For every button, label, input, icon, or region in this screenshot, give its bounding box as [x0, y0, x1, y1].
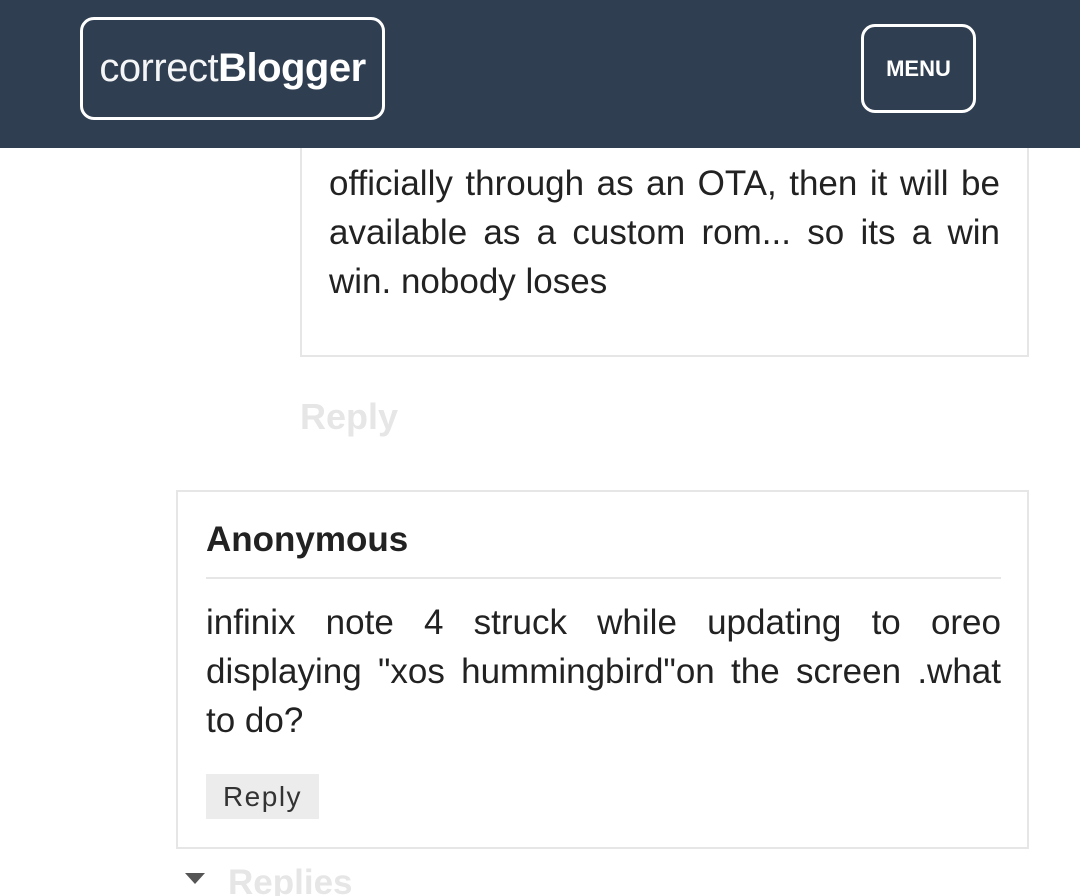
triangle-down-icon — [185, 873, 205, 884]
replies-toggle[interactable]: Replies — [185, 860, 353, 896]
reply-button[interactable]: Reply — [206, 774, 319, 819]
site-logo[interactable]: correct Blogger — [80, 17, 385, 120]
reply-link[interactable]: Reply — [300, 396, 398, 438]
comment-card: Anonymous infinix note 4 struck while up… — [176, 490, 1029, 849]
page: officially through as an OTA, then it wi… — [0, 0, 1080, 896]
logo-text-bold: Blogger — [218, 46, 366, 90]
comment-author: Anonymous — [206, 520, 409, 559]
site-header: correct Blogger MENU — [0, 0, 1080, 148]
author-divider — [206, 577, 1001, 579]
logo-text-light: correct — [99, 46, 219, 90]
comment-text: infinix note 4 struck while updating to … — [206, 603, 1001, 740]
comment-text: officially through as an OTA, then it wi… — [329, 164, 1000, 301]
menu-button[interactable]: MENU — [861, 24, 976, 113]
replies-label: Replies — [228, 863, 353, 896]
